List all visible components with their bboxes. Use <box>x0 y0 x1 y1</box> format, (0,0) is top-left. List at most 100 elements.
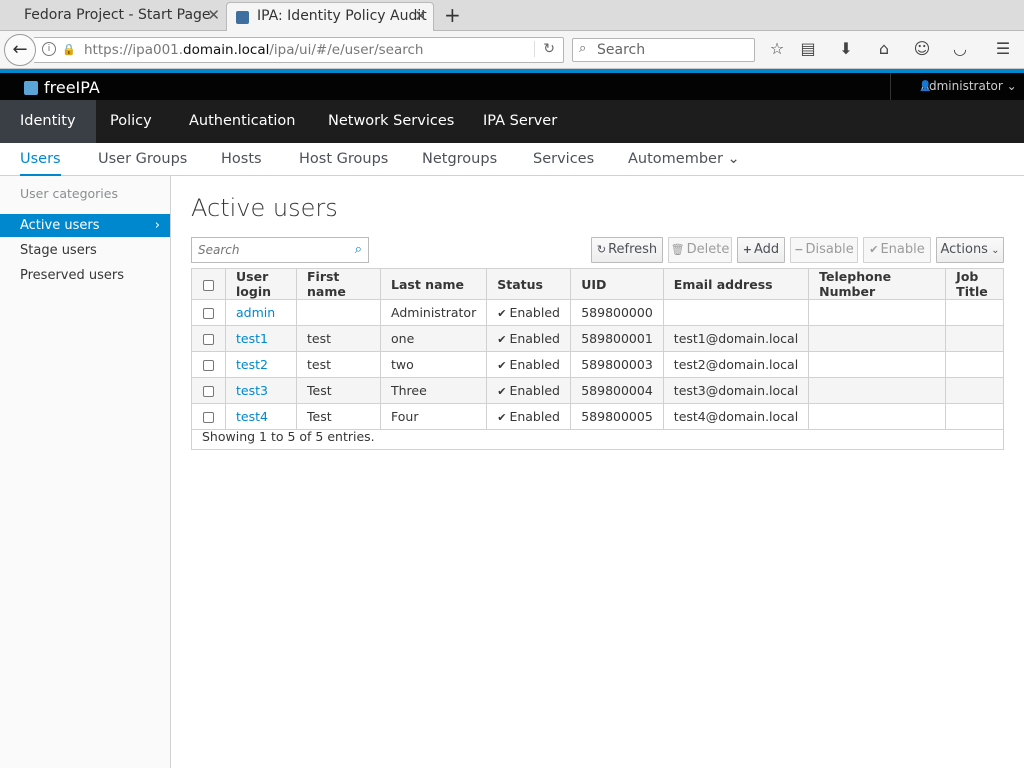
chat-icon[interactable]: ☺ <box>911 39 933 58</box>
column-header[interactable]: Status <box>486 268 572 300</box>
pocket-icon[interactable]: ◡ <box>949 39 971 58</box>
url-text[interactable]: https://ipa001.domain.local/ipa/ui/#/e/u… <box>84 42 423 58</box>
freeipa-favicon-icon <box>236 11 249 24</box>
freeipa-cube-icon <box>24 81 38 95</box>
bookmark-star-icon[interactable]: ☆ <box>766 39 788 58</box>
login-cell: admin <box>225 299 297 326</box>
last-name-cell: Administrator <box>379 299 488 326</box>
close-tab-icon[interactable]: ✕ <box>207 2 220 28</box>
nav-policy[interactable]: Policy <box>90 100 172 143</box>
page-title: Active users <box>191 194 338 222</box>
chevron-right-icon: › <box>154 218 160 233</box>
select-all-checkbox[interactable] <box>203 279 214 291</box>
user-login-link[interactable]: test2 <box>236 357 268 372</box>
user-menu[interactable]: 👤 Administrator ⌄ <box>890 73 1024 100</box>
column-header[interactable]: Last name <box>379 268 488 300</box>
phone-cell <box>808 299 947 326</box>
bookmarks-list-icon[interactable]: ▤ <box>797 39 819 58</box>
column-header[interactable]: UID <box>570 268 664 300</box>
lock-icon: 🔒 <box>62 43 76 56</box>
nav-network-services[interactable]: Network Services <box>308 100 474 143</box>
column-header[interactable]: Telephone Number <box>808 268 947 300</box>
home-icon[interactable]: ⌂ <box>873 39 895 58</box>
column-header[interactable]: First name <box>296 268 381 300</box>
column-header[interactable]: User login <box>225 268 297 300</box>
job-title-cell <box>945 351 1004 378</box>
first-name-cell: test <box>296 325 381 352</box>
user-icon: 👤 <box>919 81 932 92</box>
row-checkbox[interactable] <box>203 334 214 345</box>
browser-tab-fedora[interactable]: Fedora Project - Start Page ✕ <box>8 2 226 31</box>
table-row: test2 test two ✔ Enabled 589800003 test2@… <box>191 351 1004 378</box>
refresh-icon: ↻ <box>596 243 607 256</box>
browser-tab-ipa[interactable]: IPA: Identity Policy Audit ✕ <box>226 2 434 32</box>
add-button[interactable]: + Add <box>737 237 785 263</box>
chevron-down-icon: ⌄ <box>1006 79 1017 93</box>
phone-cell <box>808 377 947 404</box>
primary-nav: Identity Policy Authentication Network S… <box>0 100 1024 143</box>
first-name-cell: test <box>296 351 381 378</box>
tab-users[interactable]: Users <box>20 143 61 176</box>
row-checkbox[interactable] <box>203 386 214 397</box>
phone-cell <box>808 325 947 352</box>
nav-authentication[interactable]: Authentication <box>169 100 315 143</box>
browser-nav-bar: i 🔒 https://ipa001.domain.local/ipa/ui/#… <box>0 31 1024 69</box>
disable-button[interactable]: − Disable <box>790 237 858 263</box>
tab-title: Fedora Project - Start Page <box>24 7 211 23</box>
user-login-link[interactable]: admin <box>236 305 275 320</box>
tab-title: IPA: Identity Policy Audit <box>257 8 427 24</box>
job-title-cell <box>945 377 1004 404</box>
url-bar[interactable]: i 🔒 https://ipa001.domain.local/ipa/ui/#… <box>34 37 564 63</box>
uid-cell: 589800004 <box>570 377 664 404</box>
new-tab-icon[interactable]: + <box>444 2 461 28</box>
actions-dropdown[interactable]: Actions ⌄ <box>936 237 1004 263</box>
info-icon[interactable]: i <box>42 42 56 56</box>
login-cell: test1 <box>225 325 297 352</box>
delete-button[interactable]: 🗑 Delete <box>668 237 732 263</box>
nav-identity[interactable]: Identity <box>0 100 96 143</box>
column-header[interactable]: Job Title <box>945 268 1004 300</box>
uid-cell: 589800003 <box>570 351 664 378</box>
tab-user-groups[interactable]: User Groups <box>98 143 187 176</box>
sidebar-item-preserved-users[interactable]: Preserved users <box>0 264 170 287</box>
menu-icon[interactable]: ☰ <box>992 39 1014 58</box>
sidebar-item-stage-users[interactable]: Stage users <box>0 239 170 262</box>
tab-automember[interactable]: Automember ⌄ <box>628 143 740 176</box>
search-icon[interactable]: ⌕ <box>355 242 362 257</box>
browser-tab-bar: Fedora Project - Start Page ✕ IPA: Ident… <box>0 0 1024 32</box>
row-checkbox[interactable] <box>203 412 214 423</box>
refresh-button[interactable]: ↻ Refresh <box>591 237 663 263</box>
job-title-cell <box>945 325 1004 352</box>
column-header[interactable]: Email address <box>662 268 810 300</box>
select-all-cell <box>191 268 226 300</box>
row-checkbox[interactable] <box>203 308 214 319</box>
row-checkbox[interactable] <box>203 360 214 371</box>
download-icon[interactable]: ⬇ <box>835 39 857 58</box>
row-select-cell <box>191 351 226 378</box>
sidebar: User categories Active users › Stage use… <box>0 176 171 768</box>
tab-services[interactable]: Services <box>533 143 594 176</box>
user-login-link[interactable]: test3 <box>236 383 268 398</box>
nav-ipa-server[interactable]: IPA Server <box>463 100 577 143</box>
app-header: freeIPA 👤 Administrator ⌄ <box>0 73 1024 100</box>
sidebar-item-active-users[interactable]: Active users › <box>0 214 170 237</box>
tab-hosts[interactable]: Hosts <box>221 143 262 176</box>
browser-search-input[interactable]: ⌕ Search <box>572 38 755 62</box>
search-input[interactable] <box>192 238 342 262</box>
secondary-nav: Users User Groups Hosts Host Groups Netg… <box>0 143 1024 176</box>
email-cell: test2@domain.local <box>662 351 810 378</box>
freeipa-logo[interactable]: freeIPA <box>24 78 100 97</box>
chevron-down-icon: ⌄ <box>987 245 1000 256</box>
check-icon: ✔ <box>497 307 507 320</box>
table-row: test3 Test Three ✔ Enabled 589800004 test… <box>191 377 1004 404</box>
last-name-cell: one <box>379 325 488 352</box>
reload-icon[interactable]: ↻ <box>534 41 555 57</box>
tab-netgroups[interactable]: Netgroups <box>422 143 497 176</box>
user-login-link[interactable]: test1 <box>236 331 268 346</box>
back-button[interactable]: ← <box>4 34 36 66</box>
close-tab-icon[interactable]: ✕ <box>414 3 427 29</box>
user-login-link[interactable]: test4 <box>236 409 268 424</box>
last-name-cell: Three <box>379 377 488 404</box>
enable-button[interactable]: ✔ Enable <box>863 237 931 263</box>
tab-host-groups[interactable]: Host Groups <box>299 143 388 176</box>
